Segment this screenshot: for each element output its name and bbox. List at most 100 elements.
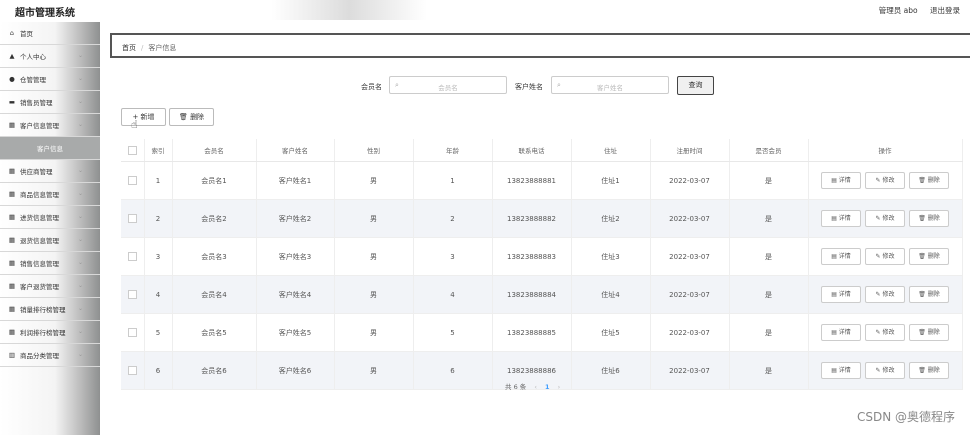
sidebar-item-4[interactable]: ▦ 客户信息管理 ⌄ [0,114,100,137]
row-checkbox[interactable] [121,237,145,276]
delete-button[interactable]: 🗑 删除 [909,286,949,303]
table-cell: 男 [334,199,414,238]
sidebar-item-9[interactable]: ▦ 退货信息管理 ⌄ [0,229,100,252]
watermark: CSDN @奥德程序 [856,410,955,424]
logout-link[interactable]: 退出登录 [930,6,960,15]
table-cell: 是 [729,161,809,200]
detail-button[interactable]: ▤ 详情 [821,248,861,265]
admin-label: 管理员 abo [878,6,918,15]
select-all-checkbox[interactable] [121,139,145,162]
trash-icon: 🗑 [918,291,928,298]
sidebar-item-label: 销量排行榜管理 [20,306,66,314]
table-row: 4 会员名4 客户姓名4 男 4 13823888884 住址4 2022-03-07 是 ▤ 详… [121,275,963,314]
row-checkbox[interactable] [121,275,145,314]
detail-button[interactable]: ▤ 详情 [821,286,861,303]
row-checkbox[interactable] [121,313,145,352]
sidebar-item-0[interactable]: ⌂ 首页 [0,22,100,45]
detail-button-label: 详情 [838,367,851,374]
table-cell: 男 [334,351,414,390]
trash-icon: 🗑 [918,329,928,336]
sidebar-item-1[interactable]: ▲ 个人中心 ⌄ [0,45,100,68]
delete-button[interactable]: 🗑 删除 [909,172,949,189]
batch-delete-label: 删除 [190,113,205,121]
table-cell: 客户姓名1 [256,161,335,200]
delete-button-label: 删除 [927,177,940,184]
detail-button[interactable]: ▤ 详情 [821,324,861,341]
customer-table: 索引 会员名 客户姓名 性别 年龄 联系电话 住址 注册时间 是否会员 操作 1… [121,139,963,390]
table-cell: 2022-03-07 [650,199,730,238]
customer-name-search-input[interactable]: ⌕ 客户姓名 [551,76,669,94]
table-cell: 男 [334,161,414,200]
edit-button[interactable]: ✎ 修改 [865,324,905,341]
sidebar-item-7[interactable]: ▦ 商品信息管理 ⌄ [0,183,100,206]
sidebar-item-label: 商品信息管理 [20,191,59,199]
document-icon: ▦ [8,236,16,244]
document-icon: ▤ [831,329,839,336]
table-cell: 男 [334,313,414,352]
sidebar-item-label: 供应商管理 [20,168,53,176]
edit-button[interactable]: ✎ 修改 [865,286,905,303]
delete-button-label: 删除 [927,367,940,374]
prev-page-button[interactable]: ‹ [534,383,537,391]
sidebar-item-6[interactable]: ▦ 供应商管理 ⌄ [0,160,100,183]
delete-button[interactable]: 🗑 删除 [909,324,949,341]
grid-icon: ▦ [8,167,16,175]
delete-button-label: 删除 [927,253,940,260]
table-row: 2 会员名2 客户姓名2 男 2 13823888882 住址2 2022-03-07 是 ▤ 详… [121,199,963,238]
delete-button-label: 删除 [927,291,940,298]
add-button[interactable]: + 新增 [121,108,166,126]
table-cell: 住址6 [571,351,651,390]
sidebar-item-label: 首页 [20,30,33,38]
customer-name-placeholder: 客户姓名 [597,84,623,92]
edit-button[interactable]: ✎ 修改 [865,248,905,265]
header-age: 年龄 [413,139,493,162]
batch-delete-button[interactable]: 🗑 删除 [169,108,214,126]
sidebar-item-14[interactable]: ▥ 商品分类管理 ⌄ [0,344,100,367]
table-cell: 1 [144,161,173,200]
table-cell: 2 [413,199,493,238]
table-row: 5 会员名5 客户姓名5 男 5 13823888885 住址5 2022-03-07 是 ▤ 详… [121,313,963,352]
breadcrumb-home[interactable]: 首页 [122,44,136,52]
trash-icon: 🗑 [178,113,188,121]
grid-icon: ▦ [8,328,16,336]
table-row: 1 会员名1 客户姓名1 男 1 13823888881 住址1 2022-03-07 是 ▤ 详… [121,161,963,200]
sidebar-item-8[interactable]: ▦ 进货信息管理 ⌄ [0,206,100,229]
sidebar-item-13[interactable]: ▦ 利润排行榜管理 ⌄ [0,321,100,344]
mouse-cursor-icon: ☝ [131,118,138,131]
chevron-down-icon: ⌄ [78,351,84,358]
next-page-button[interactable]: › [558,383,561,391]
operations-cell: ▤ 详情 ✎ 修改 🗑 删除 [808,199,963,238]
table-cell: 5 [413,313,493,352]
search-button[interactable]: 查询 [677,76,714,95]
header-index: 索引 [144,139,173,162]
row-checkbox[interactable] [121,161,145,200]
row-checkbox[interactable] [121,351,145,390]
sidebar-item-12[interactable]: ▦ 销量排行榜管理 ⌄ [0,298,100,321]
home-icon: ⌂ [9,29,15,37]
header-operations: 操作 [808,139,963,162]
detail-button[interactable]: ▤ 详情 [821,362,861,379]
detail-button[interactable]: ▤ 详情 [821,210,861,227]
delete-button[interactable]: 🗑 删除 [909,248,949,265]
page-number-1[interactable]: 1 [545,383,550,391]
operations-cell: ▤ 详情 ✎ 修改 🗑 删除 [808,237,963,276]
table-cell: 6 [413,351,493,390]
table-header-row: 索引 会员名 客户姓名 性别 年龄 联系电话 住址 注册时间 是否会员 操作 [121,139,963,162]
detail-button[interactable]: ▤ 详情 [821,172,861,189]
row-checkbox[interactable] [121,199,145,238]
sidebar-item-11[interactable]: ▦ 客户退货管理 ⌄ [0,275,100,298]
member-search-input[interactable]: ⌕ 会员名 [389,76,507,94]
sidebar-item-10[interactable]: ▦ 销售信息管理 ⌄ [0,252,100,275]
edit-button[interactable]: ✎ 修改 [865,362,905,379]
sidebar-item-5[interactable]: 客户信息 [0,137,100,160]
edit-button-label: 修改 [882,215,895,222]
detail-button-label: 详情 [838,291,851,298]
edit-button[interactable]: ✎ 修改 [865,172,905,189]
table-cell: 13823888882 [492,199,572,238]
delete-button[interactable]: 🗑 删除 [909,362,949,379]
edit-button[interactable]: ✎ 修改 [865,210,905,227]
top-bar: 超市管理系统 管理员 abo 退出登录 [0,0,970,20]
table-cell: 客户姓名3 [256,237,335,276]
delete-button[interactable]: 🗑 删除 [909,210,949,227]
customer-name-label: 客户姓名 [515,83,543,91]
